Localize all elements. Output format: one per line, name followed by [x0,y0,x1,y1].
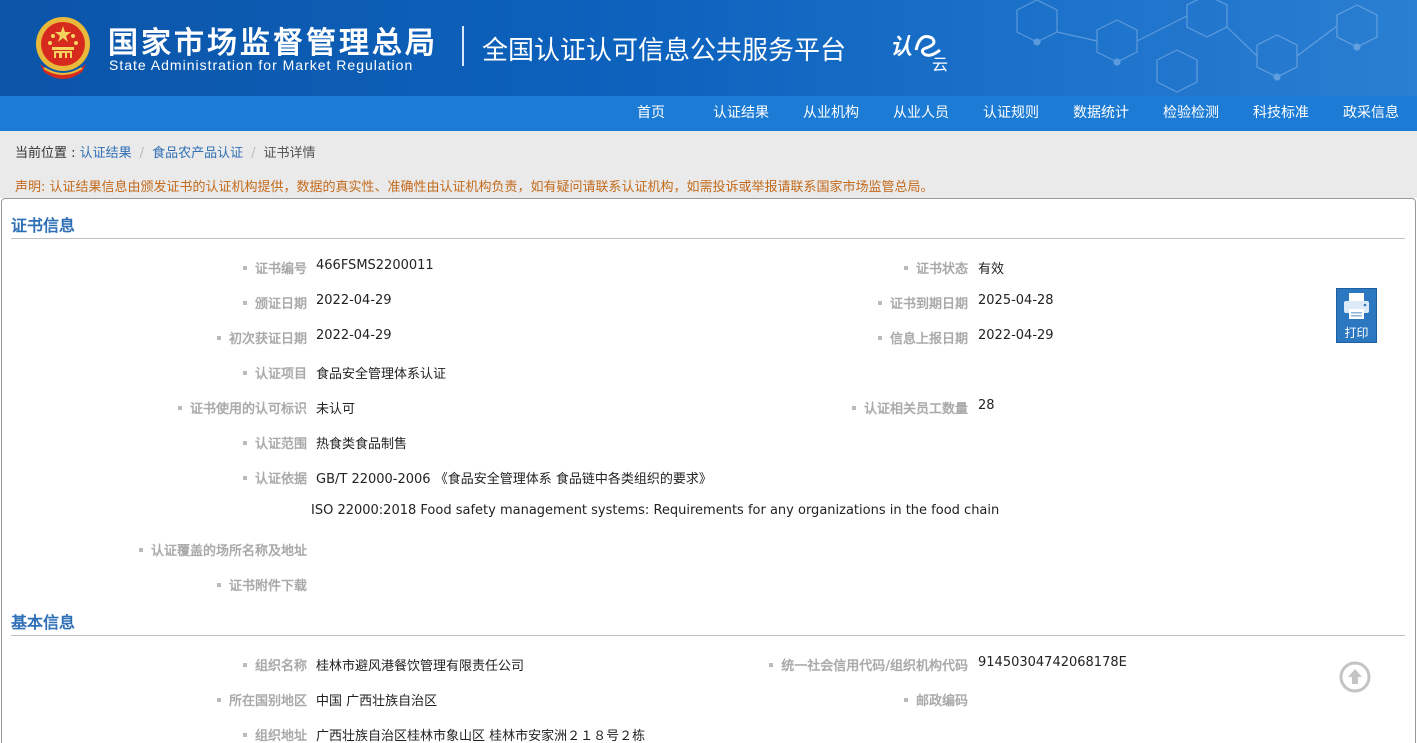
value-credit-code: 91450304742068178E [978,655,1127,670]
label-org-name: 组织名称 [242,655,307,674]
value-org-address: 广西壮族自治区桂林市象山区 桂林市安家洲２１８号２栋 [316,729,646,743]
title-divider [462,26,464,66]
label-basis: 认证依据 [242,468,307,487]
label-covered-sites: 认证覆盖的场所名称及地址 [138,540,307,559]
basic-section-title: 基本信息 [11,613,76,632]
value-expiry: 2025-04-28 [978,293,1054,308]
breadcrumb-area: 当前位置 : 认证结果 / 食品农产品认证 / 证书详情 声明: 认证结果信息由颁发证书… [0,131,1417,198]
nav-inspection[interactable]: 检验检测 [1156,96,1226,131]
breadcrumb-cert-results[interactable]: 认证结果 [80,146,132,161]
nav-institutions[interactable]: 从业机构 [796,96,866,131]
value-region: 中国 广西壮族自治区 [316,694,438,709]
label-status: 证书状态 [903,258,968,277]
label-first-date: 初次获证日期 [216,328,307,347]
value-staff-count: 28 [978,398,995,413]
agency-name-en: State Administration for Market Regulati… [109,57,414,73]
nav-personnel[interactable]: 从业人员 [886,96,956,131]
value-first-date: 2022-04-29 [316,328,392,343]
label-region: 所在国别地区 [216,690,307,709]
label-report-date: 信息上报日期 [877,328,968,347]
svg-text:认: 认 [890,35,912,60]
value-basis-1: GB/T 22000-2006 《食品安全管理体系 食品链中各类组织的要求》 [316,472,712,487]
breadcrumb-separator: / [251,146,256,161]
label-org-address: 组织地址 [242,725,307,743]
label-expiry: 证书到期日期 [877,293,968,312]
value-basis-2: ISO 22000:2018 Food safety management sy… [311,503,1000,518]
label-project: 认证项目 [242,363,307,382]
value-org-name: 桂林市避风港餐饮管理有限责任公司 [316,659,525,674]
header-banner: 国家市场监督管理总局 State Administration for Mark… [0,0,1417,96]
breadcrumb-prefix: 当前位置 : [15,146,80,161]
label-staff-count: 认证相关员工数量 [851,398,968,417]
cert-section-title: 证书信息 [11,216,76,235]
label-scope: 认证范围 [242,433,307,452]
nav-cert-results[interactable]: 认证结果 [706,96,776,131]
print-label: 打印 [1344,326,1369,340]
hexagon-pattern [1016,0,1378,93]
label-attachment: 证书附件下载 [216,575,307,594]
print-button[interactable]: 打印 [1336,288,1377,343]
breadcrumb: 当前位置 : 认证结果 / 食品农产品认证 / 证书详情 [15,142,315,161]
breadcrumb-food-cert[interactable]: 食品农产品认证 [152,146,243,161]
label-accreditation-mark: 证书使用的认可标识 [177,398,307,417]
disclaimer-notice: 声明: 认证结果信息由颁发证书的认证机构提供，数据的真实性、准确性由认证机构负责… [15,180,934,195]
breadcrumb-current: 证书详情 [263,146,316,161]
renyun-logo: 认 云 [890,35,948,74]
nav-statistics[interactable]: 数据统计 [1066,96,1136,131]
nav-procurement[interactable]: 政采信息 [1336,96,1406,131]
svg-text:云: 云 [932,55,948,74]
label-cert-no: 证书编号 [242,258,307,277]
value-report-date: 2022-04-29 [978,328,1054,343]
value-accreditation-mark: 未认可 [316,402,356,417]
nav-standards[interactable]: 科技标准 [1246,96,1316,131]
value-project: 食品安全管理体系认证 [316,367,447,382]
cert-section-divider [11,238,1405,239]
value-issue-date: 2022-04-29 [316,293,392,308]
national-emblem-icon [36,17,90,79]
label-postcode: 邮政编码 [903,690,968,709]
main-nav: 首页 认证结果 从业机构 从业人员 认证规则 数据统计 检验检测 科技标准 政采… [0,96,1417,131]
nav-cert-rules[interactable]: 认证规则 [976,96,1046,131]
breadcrumb-separator: / [139,146,145,161]
nav-home[interactable]: 首页 [616,96,686,131]
platform-name: 全国认证认可信息公共服务平台 [482,36,847,66]
arrow-up-circle-icon[interactable] [1339,661,1371,693]
label-issue-date: 颁证日期 [242,293,307,312]
value-cert-no: 466FSMS2200011 [316,258,434,273]
agency-name-cn: 国家市场监督管理总局 [108,26,438,61]
value-scope: 热食类食品制售 [316,437,408,452]
basic-section-divider [11,635,1405,636]
value-status: 有效 [978,262,1005,277]
printer-icon [1344,293,1369,319]
label-credit-code: 统一社会信用代码/组织机构代码 [769,655,968,674]
